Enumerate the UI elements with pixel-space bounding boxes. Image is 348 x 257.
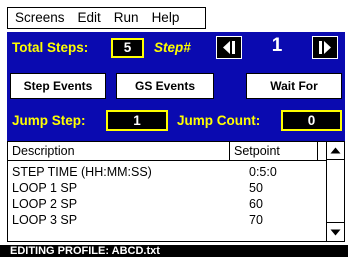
table-row[interactable]: STEP TIME (HH:MM:SS) 0:5:0 (8, 164, 326, 180)
status-bar: EDITING PROFILE: ABCD.txt (0, 245, 348, 257)
scroll-down-button[interactable] (327, 222, 344, 241)
setpoint-cell: 70 (249, 213, 263, 227)
step-events-button[interactable]: Step Events (10, 73, 106, 99)
profile-control-panel: Total Steps: 5 Step# 1 Step Events GS Ev… (7, 32, 345, 141)
arrow-down-icon (330, 229, 341, 235)
menu-run[interactable]: Run (107, 8, 145, 28)
arrow-up-icon (330, 147, 341, 154)
menu-screens[interactable]: Screens (8, 8, 71, 28)
jump-count-field[interactable]: 0 (281, 110, 342, 131)
menu-edit[interactable]: Edit (71, 8, 107, 28)
wait-for-button[interactable]: Wait For (246, 73, 342, 99)
column-header-description[interactable]: Description (8, 142, 230, 161)
setpoint-cell: 0:5:0 (249, 165, 277, 179)
table-row[interactable]: LOOP 3 SP 70 (8, 212, 326, 228)
description-cell: LOOP 1 SP (12, 181, 78, 195)
column-header-setpoint[interactable]: Setpoint (230, 142, 318, 161)
next-step-button[interactable] (312, 36, 338, 59)
menu-help[interactable]: Help (145, 8, 186, 28)
menu-bar: Screens Edit Run Help (7, 7, 206, 29)
next-arrow-icon (319, 41, 331, 54)
table-scrollbar[interactable] (326, 142, 344, 241)
gs-events-button[interactable]: GS Events (116, 73, 214, 99)
jump-count-label: Jump Count: (177, 113, 261, 128)
total-steps-label: Total Steps: (12, 40, 89, 55)
step-parameters-table: Description Setpoint STEP TIME (HH:MM:SS… (7, 141, 345, 242)
description-cell: STEP TIME (HH:MM:SS) (12, 165, 152, 179)
setpoint-cell: 60 (249, 197, 263, 211)
total-steps-field[interactable]: 5 (111, 38, 144, 58)
current-step-value: 1 (271, 35, 283, 56)
previous-step-button[interactable] (216, 36, 242, 59)
description-cell: LOOP 2 SP (12, 197, 78, 211)
setpoint-cell: 50 (249, 181, 263, 195)
jump-step-label: Jump Step: (12, 113, 86, 128)
step-number-label: Step# (154, 40, 191, 55)
table-row[interactable]: LOOP 1 SP 50 (8, 180, 326, 196)
description-cell: LOOP 3 SP (12, 213, 78, 227)
previous-arrow-icon (223, 41, 235, 54)
jump-step-field[interactable]: 1 (106, 110, 168, 131)
table-row[interactable]: LOOP 2 SP 60 (8, 196, 326, 212)
scroll-up-button[interactable] (327, 142, 344, 160)
